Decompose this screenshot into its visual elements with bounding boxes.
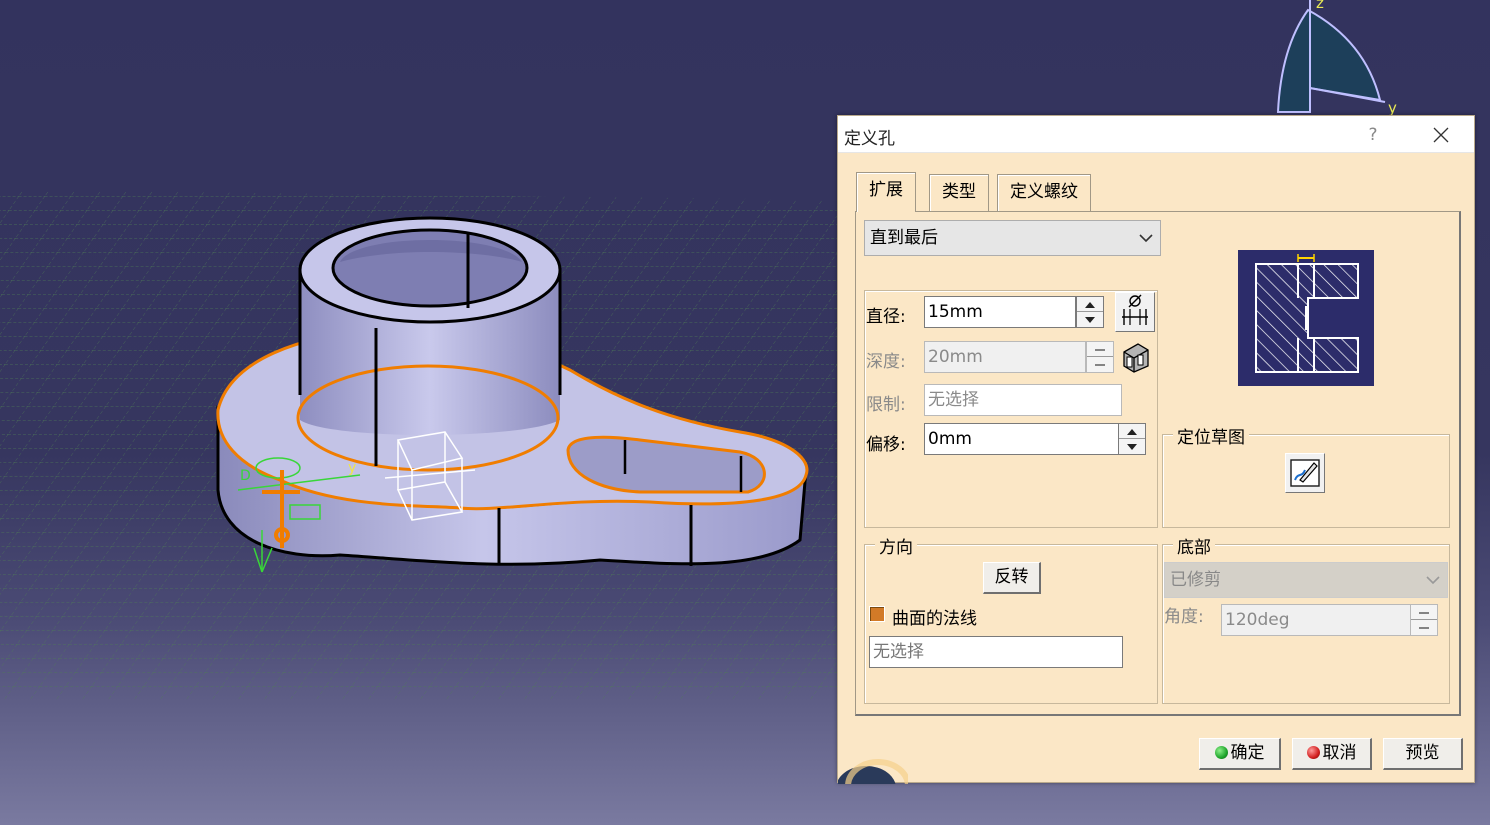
catia-logo-icon — [838, 759, 908, 784]
depth-bottom-button[interactable] — [1118, 340, 1152, 374]
offset-label: 偏移: — [866, 435, 906, 455]
axis-z-label: z — [1316, 0, 1324, 12]
extension-type-value: 直到最后 — [870, 228, 938, 248]
spin-up-button[interactable] — [1119, 424, 1145, 439]
close-icon — [1433, 127, 1449, 143]
bottom-type-select[interactable]: 已修剪 — [1164, 562, 1448, 598]
spin-down-button[interactable] — [1411, 620, 1437, 635]
bottom-title: 底部 — [1173, 533, 1215, 558]
ok-button[interactable]: 确定 — [1199, 738, 1281, 770]
preview-button[interactable]: 预览 — [1383, 738, 1463, 770]
dialog-title: 定义孔 — [844, 129, 895, 149]
cancel-label: 取消 — [1322, 743, 1357, 763]
spin-up-button[interactable] — [1411, 605, 1437, 620]
positioning-sketch-title: 定位草图 — [1173, 423, 1249, 448]
tab-type[interactable]: 类型 — [929, 174, 989, 211]
diameter-dimension-icon — [1122, 294, 1148, 325]
cancel-button[interactable]: 取消 — [1292, 738, 1372, 770]
spin-up-button[interactable] — [1077, 297, 1103, 312]
ok-status-icon — [1214, 746, 1228, 759]
direction-title: 方向 — [875, 533, 917, 558]
minus-icon — [1095, 364, 1105, 366]
offset-field[interactable]: 0mm — [924, 423, 1120, 455]
reverse-button[interactable]: 反转 — [983, 562, 1041, 594]
arrow-up-icon — [1127, 429, 1137, 435]
dialog-titlebar[interactable]: 定义孔 ? — [838, 116, 1474, 153]
svg-text:y: y — [348, 460, 356, 476]
arrow-up-icon — [1085, 302, 1095, 308]
offset-spinner[interactable] — [1118, 423, 1146, 455]
surface-normal-checkbox[interactable] — [869, 606, 885, 622]
arrow-down-icon — [1085, 317, 1095, 323]
surface-normal-label: 曲面的法线 — [892, 609, 977, 629]
positioning-sketch-button[interactable] — [1285, 453, 1325, 493]
compass-axis[interactable]: z y — [1276, 0, 1397, 117]
depth-label: 深度: — [866, 352, 906, 372]
spin-down-button[interactable] — [1119, 439, 1145, 454]
diameter-field[interactable]: 15mm — [924, 296, 1076, 328]
help-button[interactable]: ? — [1358, 122, 1388, 148]
minus-icon — [1419, 612, 1429, 614]
tab-panel-extension: 直到最后 直径: 15mm 深度: 20mm 限制: 无选择 偏移: 0mm 定… — [855, 211, 1461, 716]
extension-type-select[interactable]: 直到最后 — [864, 220, 1161, 256]
spin-down-button[interactable] — [1087, 357, 1113, 372]
angle-spinner[interactable] — [1410, 604, 1438, 636]
angle-label: 角度: — [1164, 607, 1204, 627]
minus-icon — [1419, 627, 1429, 629]
tab-define-thread[interactable]: 定义螺纹 — [997, 174, 1091, 211]
diameter-label: 直径: — [866, 307, 906, 327]
cancel-status-icon — [1306, 746, 1320, 759]
direction-selection-field[interactable]: 无选择 — [869, 636, 1123, 668]
depth-spinner[interactable] — [1086, 341, 1114, 373]
ok-label: 确定 — [1230, 743, 1265, 763]
hole-preview-image — [1238, 250, 1374, 386]
chevron-down-icon — [1426, 576, 1440, 585]
close-button[interactable] — [1424, 121, 1458, 149]
diameter-spinner[interactable] — [1076, 296, 1104, 328]
minus-icon — [1095, 349, 1105, 351]
spin-down-button[interactable] — [1077, 312, 1103, 327]
angle-field[interactable]: 120deg — [1221, 604, 1411, 636]
positioning-sketch-group: 定位草图 — [1162, 423, 1450, 528]
tab-extension[interactable]: 扩展 — [856, 172, 916, 212]
spin-up-button[interactable] — [1087, 342, 1113, 357]
svg-text:D: D — [240, 468, 251, 484]
arrow-down-icon — [1127, 444, 1137, 450]
hole-depth-icon — [1123, 343, 1149, 373]
bottom-type-value: 已修剪 — [1170, 570, 1221, 590]
diameter-measure-button[interactable] — [1115, 292, 1155, 332]
chevron-down-icon — [1139, 234, 1153, 243]
sketcher-icon — [1290, 459, 1320, 487]
limit-field[interactable]: 无选择 — [924, 384, 1122, 416]
define-hole-dialog: 定义孔 ? 扩展 类型 定义螺纹 直到最后 直径: 15mm 深度: 20mm … — [837, 115, 1475, 784]
limit-label: 限制: — [866, 395, 906, 415]
depth-field[interactable]: 20mm — [924, 341, 1086, 373]
